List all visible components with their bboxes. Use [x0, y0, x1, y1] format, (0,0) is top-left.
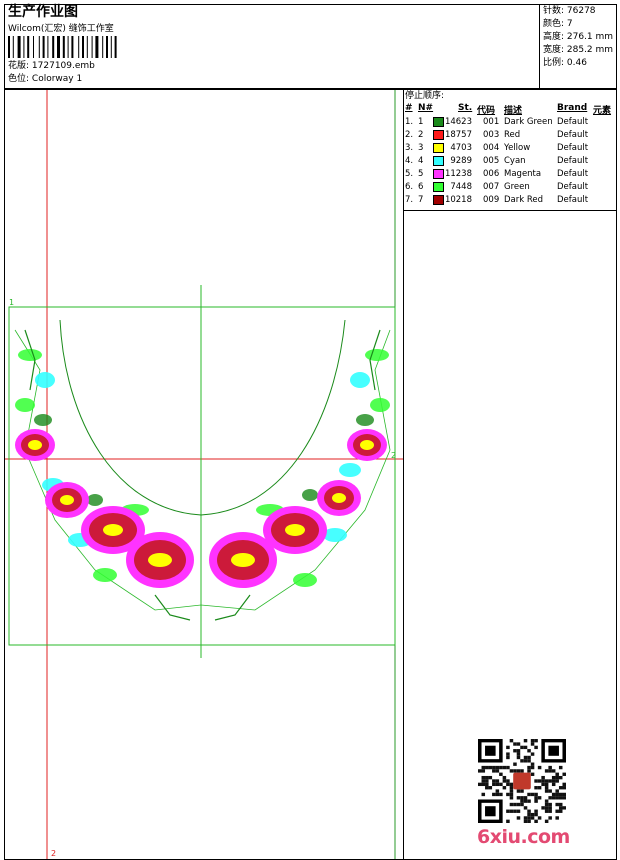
- outline-path: [14, 329, 391, 611]
- row-index: 4.: [405, 156, 414, 166]
- embroidery-canvas: 1 2 2: [5, 90, 403, 859]
- row-stitches: 14623: [444, 117, 472, 127]
- col-header-stitches: St.: [458, 103, 473, 113]
- barcode-icon: [8, 36, 117, 58]
- color-swatch: [433, 117, 444, 127]
- color-swatch: [433, 130, 444, 140]
- row-code: 003: [483, 130, 500, 140]
- watermark-text: 6xiu.com: [477, 826, 570, 848]
- row-index: 3.: [405, 143, 414, 153]
- row-index: 6.: [405, 182, 414, 192]
- color-swatch: [433, 182, 444, 192]
- color-swatch: [433, 156, 444, 166]
- row-description: Magenta: [504, 169, 542, 179]
- row-description: Green: [504, 182, 530, 192]
- colorway-value: Colorway 1: [31, 74, 83, 84]
- colorway-label: 色位:: [8, 74, 30, 84]
- row-needle: 4: [418, 156, 424, 166]
- row-needle: 1: [418, 117, 424, 127]
- row-brand: Default: [557, 156, 589, 166]
- row-description: Cyan: [504, 156, 526, 166]
- guide-marker-2-right: 2: [391, 451, 396, 460]
- row-code: 004: [483, 143, 500, 153]
- stat-height: 高度: 276.1 mm: [543, 32, 614, 42]
- table-row: 2. 2 18757 003 Red Default: [404, 129, 616, 142]
- row-brand: Default: [557, 117, 589, 127]
- row-code: 005: [483, 156, 500, 166]
- row-needle: 3: [418, 143, 424, 153]
- color-swatch: [433, 169, 444, 179]
- stop-sequence-title: 停止顺序:: [405, 91, 445, 101]
- right-leaves: [256, 349, 390, 587]
- design-preview: 1 2 2: [4, 89, 404, 860]
- row-index: 1.: [405, 117, 414, 127]
- table-row: 3. 3 4703 004 Yellow Default: [404, 142, 616, 155]
- table-row: 7. 7 10218 009 Dark Red Default: [404, 194, 616, 207]
- col-header-index: #: [405, 103, 413, 113]
- col-header-code: 代码: [477, 106, 496, 116]
- row-stitches: 9289: [450, 156, 472, 166]
- stat-width: 宽度: 285.2 mm: [543, 45, 614, 55]
- table-row: 4. 4 9289 005 Cyan Default: [404, 155, 616, 168]
- row-needle: 2: [418, 130, 424, 140]
- row-code: 001: [483, 117, 500, 127]
- row-brand: Default: [557, 182, 589, 192]
- row-brand: Default: [557, 143, 589, 153]
- row-brand: Default: [557, 130, 589, 140]
- row-brand: Default: [557, 195, 589, 205]
- colorway-row: 色位: Colorway 1: [8, 74, 82, 85]
- qr-code-icon: [478, 739, 566, 823]
- row-code: 007: [483, 182, 500, 192]
- stats-panel: 针数: 76278 颜色: 7 高度: 276.1 mm 宽度: 285.2 m…: [539, 4, 617, 89]
- stop-sequence-table: 停止顺序: # N# St. 代码 描述 Brand 元素 1. 1 14623 00…: [404, 90, 616, 211]
- hoop-boundary: [8, 306, 396, 646]
- guide-marker-1: 1: [9, 298, 14, 307]
- row-needle: 7: [418, 195, 424, 205]
- color-swatch: [433, 195, 444, 205]
- row-description: Dark Green: [504, 117, 553, 127]
- row-needle: 5: [418, 169, 424, 179]
- row-stitches: 4703: [450, 143, 472, 153]
- stat-colors: 颜色: 7: [543, 19, 573, 29]
- col-header-description: 描述: [504, 106, 523, 116]
- row-stitches: 10218: [444, 195, 472, 205]
- row-code: 006: [483, 169, 500, 179]
- row-index: 2.: [405, 130, 414, 140]
- table-row: 5. 5 11238 006 Magenta Default: [404, 168, 616, 181]
- company-name: Wilcom(汇宏) 缝饰工作室: [8, 24, 114, 34]
- row-stitches: 18757: [444, 130, 472, 140]
- row-needle: 6: [418, 182, 424, 192]
- row-index: 7.: [405, 195, 414, 205]
- table-row: 6. 6 7448 007 Green Default: [404, 181, 616, 194]
- row-description: Yellow: [504, 143, 531, 153]
- stat-stitches: 针数: 76278: [543, 6, 596, 16]
- table-row: 1. 1 14623 001 Dark Green Default: [404, 116, 616, 129]
- col-header-needle: N#: [418, 103, 434, 113]
- bottom-stems: [24, 329, 381, 621]
- neckline-curve: [59, 319, 346, 516]
- col-header-brand: Brand: [557, 103, 588, 113]
- row-code: 009: [483, 195, 500, 205]
- stat-scale: 比例: 0.46: [543, 58, 587, 68]
- design-file-row: 花版: 1727109.emb: [8, 61, 95, 72]
- row-description: Red: [504, 130, 521, 140]
- row-brand: Default: [557, 169, 589, 179]
- row-description: Dark Red: [504, 195, 544, 205]
- row-index: 5.: [405, 169, 414, 179]
- design-file-label: 花版:: [8, 61, 30, 71]
- col-header-element: 元素: [593, 106, 612, 116]
- guide-marker-2-bottom: 2: [51, 849, 56, 858]
- page-title: 生产作业图: [8, 4, 78, 20]
- row-stitches: 11238: [444, 169, 472, 179]
- row-stitches: 7448: [450, 182, 472, 192]
- design-file-value: 1727109.emb: [31, 61, 95, 71]
- color-swatch: [433, 143, 444, 153]
